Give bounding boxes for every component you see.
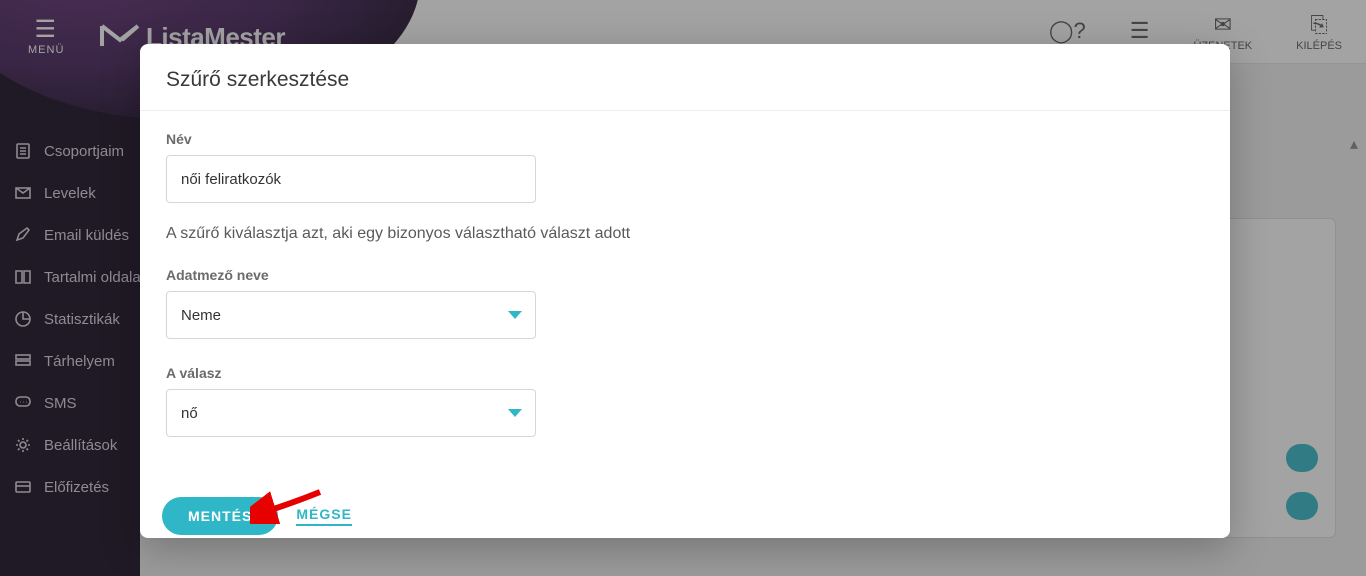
answer-label: A válasz bbox=[166, 365, 1204, 381]
modal-body: Név A szűrő kiválasztja azt, aki egy biz… bbox=[140, 111, 1230, 483]
modal-footer: MENTÉS MÉGSE bbox=[140, 483, 1230, 553]
save-button[interactable]: MENTÉS bbox=[162, 497, 278, 535]
cancel-button[interactable]: MÉGSE bbox=[296, 506, 352, 526]
filter-description: A szűrő kiválasztja azt, aki egy bizonyo… bbox=[166, 225, 1204, 243]
name-field-label: Név bbox=[166, 131, 1204, 147]
name-input[interactable] bbox=[166, 155, 536, 203]
filter-edit-modal: Szűrő szerkesztése Név A szűrő kiválaszt… bbox=[140, 44, 1230, 538]
datafield-label: Adatmező neve bbox=[166, 267, 1204, 283]
answer-select[interactable]: nő bbox=[166, 389, 536, 437]
datafield-select[interactable]: Neme bbox=[166, 291, 536, 339]
modal-title: Szűrő szerkesztése bbox=[140, 44, 1230, 111]
app-root: ☰ MENÜ ListaMester Csoportjaim Levelek E… bbox=[0, 0, 1366, 576]
